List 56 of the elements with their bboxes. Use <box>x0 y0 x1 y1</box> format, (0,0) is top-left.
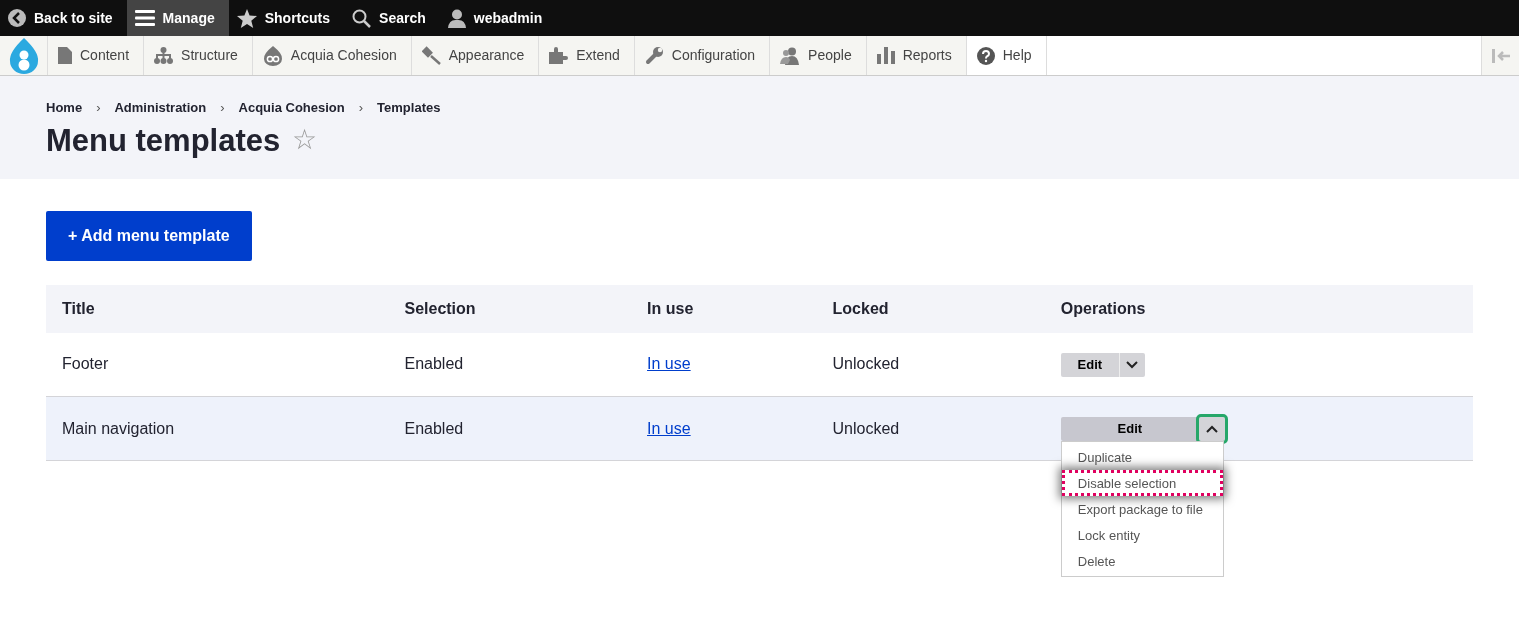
column-header: In use <box>647 299 694 317</box>
edit-button[interactable]: Edit <box>1060 352 1119 377</box>
admin-menu-item[interactable]: Configuration <box>634 36 771 75</box>
in-use-link[interactable]: In use <box>647 355 691 373</box>
table-cell: Unlocked <box>832 355 900 373</box>
menu-icon <box>134 10 155 26</box>
column-header: Selection <box>404 299 476 317</box>
admin-menu-item[interactable]: Content <box>48 36 145 75</box>
add-menu-template-button[interactable]: + Add menu template <box>46 210 252 261</box>
dropdown-toggle[interactable] <box>1198 417 1225 442</box>
admin-menu-item[interactable]: Reports <box>866 36 967 75</box>
drop-icon <box>262 45 283 66</box>
chevron-down-icon <box>1126 360 1139 369</box>
column-header: Operations <box>1060 299 1146 317</box>
people-icon <box>780 46 801 65</box>
toolbar-tab[interactable]: Back to site <box>0 0 127 36</box>
bar-chart-icon <box>876 47 895 64</box>
search-icon <box>352 8 372 28</box>
dropdown-item[interactable]: Disable selection <box>1061 470 1223 497</box>
column-header: Title <box>62 299 95 317</box>
toolbar-tab[interactable]: Shortcuts <box>228 0 345 36</box>
table-cell: Unlocked <box>832 419 900 437</box>
breadcrumb-link[interactable]: Home <box>46 98 83 118</box>
in-use-link[interactable]: In use <box>647 419 691 437</box>
user-icon <box>447 8 466 28</box>
help-icon <box>976 46 995 65</box>
admin-menu-item[interactable]: Acquia Cohesion <box>252 36 412 75</box>
document-icon <box>58 47 72 64</box>
breadcrumb-separator: › <box>96 99 101 117</box>
breadcrumb-link[interactable]: Acquia Cohesion <box>238 98 345 118</box>
wrench-icon <box>644 46 664 65</box>
chevron-up-icon <box>1205 425 1218 434</box>
breadcrumb-separator: › <box>358 99 364 117</box>
admin-menu-item[interactable]: Structure <box>144 36 253 75</box>
column-header: Locked <box>832 299 889 317</box>
toolbar-tab[interactable]: webadmin <box>439 0 557 36</box>
table-cell: Enabled <box>404 419 464 437</box>
breadcrumb-link[interactable]: Templates <box>377 98 441 118</box>
admin-menu-item[interactable]: Extend <box>539 36 635 75</box>
page-title: Menu templates <box>46 121 281 159</box>
breadcrumb-link[interactable]: Administration <box>114 98 207 118</box>
breadcrumb-separator: › <box>220 99 225 117</box>
toolbar-tab[interactable]: Manage <box>126 0 229 36</box>
admin-menu-item[interactable]: People <box>770 36 867 75</box>
table-cell: Enabled <box>404 355 464 373</box>
admin-menu-item[interactable]: Appearance <box>411 36 540 75</box>
table-cell: Main navigation <box>62 419 175 437</box>
hierarchy-icon <box>154 47 174 64</box>
dropdown-toggle[interactable] <box>1118 352 1145 377</box>
table-cell: Footer <box>62 355 109 373</box>
brush-icon <box>421 46 441 65</box>
toolbar-tab[interactable]: Search <box>344 0 440 36</box>
back-icon <box>8 9 26 27</box>
edit-button[interactable]: Edit <box>1060 417 1199 442</box>
star-icon <box>236 8 257 28</box>
puzzle-icon <box>549 47 569 64</box>
